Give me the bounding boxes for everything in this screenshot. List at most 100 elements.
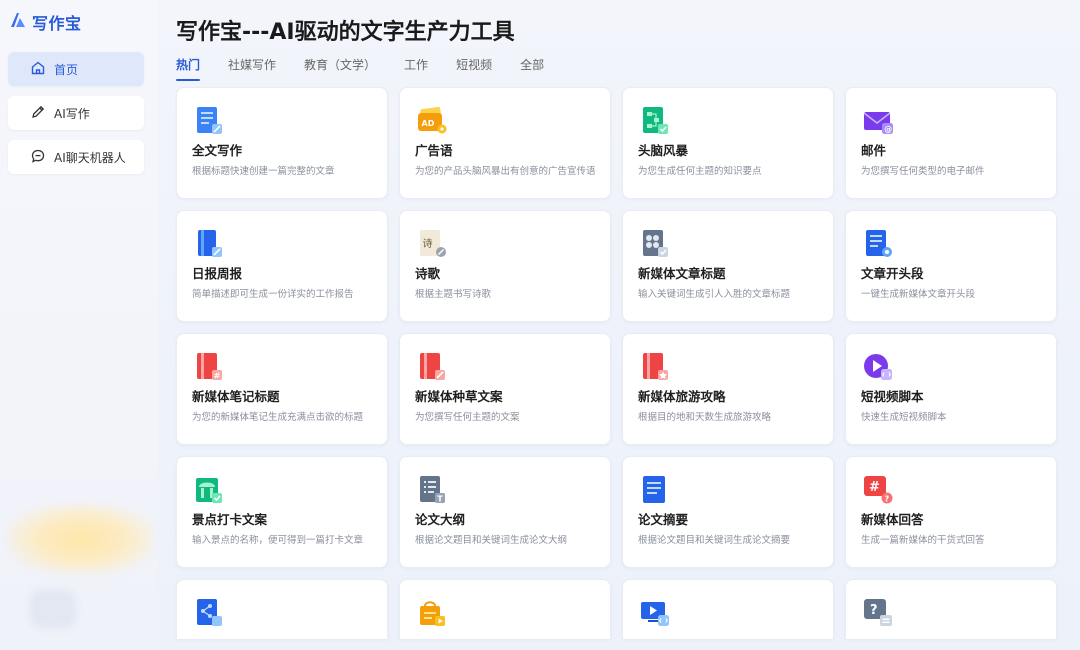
sidebar: 写作宝 首页 AI写作 AI聊天机器人 <box>0 0 158 650</box>
tool-card-daily-weekly-report[interactable]: 日报周报 简单描述即可生成一份详实的工作报告 <box>176 210 388 322</box>
tool-card-checkin-copy[interactable]: 景点打卡文案 输入景点的名称，便可得到一篇打卡文章 <box>176 456 388 568</box>
mindmap-icon <box>638 104 672 138</box>
card-title: 新媒体种草文案 <box>415 389 503 404</box>
sidebar-item-label: AI写作 <box>54 106 90 121</box>
card-desc: 生成一篇新媒体的干货式回答 <box>861 535 985 546</box>
abstract-doc-icon <box>638 473 672 507</box>
promo-banner[interactable] <box>8 504 154 574</box>
card-desc: 为您撰写任何主题的文案 <box>415 412 520 423</box>
card-desc: 输入关键词生成引人入胜的文章标题 <box>638 289 791 300</box>
card-desc: 快速生成短视频脚本 <box>861 412 947 423</box>
tool-card-travel-guide[interactable]: 新媒体旅游攻略 根据目的地和天数生成旅游攻略 <box>622 333 834 445</box>
card-title: 邮件 <box>861 143 887 158</box>
home-icon <box>30 60 46 79</box>
doc-gear-icon <box>861 227 895 261</box>
svg-text:#: # <box>869 480 880 495</box>
red-note-icon: # <box>192 350 226 384</box>
sidebar-item-label: AI聊天机器人 <box>54 150 126 165</box>
sidebar-item-ai-writing[interactable]: AI写作 <box>8 96 144 130</box>
question-board-icon: ? <box>861 596 895 630</box>
tab-social-writing[interactable]: 社媒写作 <box>228 56 276 78</box>
card-title: 新媒体回答 <box>861 512 924 527</box>
card-title: 全文写作 <box>192 143 243 158</box>
card-desc: 简单描述即可生成一份详实的工作报告 <box>192 289 354 300</box>
tool-card-media-answer[interactable]: #? 新媒体回答 生成一篇新媒体的干货式回答 <box>845 456 1057 568</box>
card-desc: 为您的产品头脑风暴出有创意的广告宣传语 <box>415 166 596 177</box>
tool-card-article-title[interactable]: 新媒体文章标题 输入关键词生成引人入胜的文章标题 <box>622 210 834 322</box>
category-tabs: 热门 社媒写作 教育（文学） 工作 短视频 全部 <box>176 56 572 81</box>
tool-card-partial[interactable] <box>622 579 834 639</box>
tab-short-video[interactable]: 短视频 <box>456 56 492 78</box>
card-desc: 一键生成新媒体文章开头段 <box>861 289 976 300</box>
ad-tag-icon: AD <box>415 104 449 138</box>
logo-text: 写作宝 <box>32 14 82 33</box>
tool-card-partial[interactable] <box>176 579 388 639</box>
tool-card-thesis-abstract[interactable]: 论文摘要 根据论文题目和关键词生成论文摘要 <box>622 456 834 568</box>
tab-education[interactable]: 教育（文学） <box>304 56 376 78</box>
sidebar-item-label: 首页 <box>54 62 79 77</box>
svg-text:?: ? <box>870 603 878 618</box>
svg-text:T: T <box>437 495 443 504</box>
card-desc: 根据论文题目和关键词生成论文大纲 <box>415 535 568 546</box>
card-desc: 根据主题书写诗歌 <box>415 289 492 300</box>
tool-card-partial[interactable]: ? <box>845 579 1057 639</box>
app-window: 写作宝 首页 AI写作 AI聊天机器人 写作宝---AI驱动的文字生产力工具 热 <box>0 0 1080 650</box>
card-desc: 根据目的地和天数生成旅游攻略 <box>638 412 772 423</box>
title-grid-icon <box>638 227 672 261</box>
video-code-icon <box>638 596 672 630</box>
card-title: 新媒体笔记标题 <box>192 389 280 404</box>
page-title: 写作宝---AI驱动的文字生产力工具 <box>176 20 515 45</box>
card-title: 论文摘要 <box>638 512 689 527</box>
main-content: 写作宝---AI驱动的文字生产力工具 热门 社媒写作 教育（文学） 工作 短视频… <box>176 0 1066 650</box>
share-doc-icon <box>192 596 226 630</box>
card-title: 论文大纲 <box>415 512 466 527</box>
card-title: 新媒体旅游攻略 <box>638 389 726 404</box>
shopping-bag-icon <box>415 596 449 630</box>
landmark-icon <box>192 473 226 507</box>
card-title: 短视频脚本 <box>861 389 924 404</box>
tool-card-thesis-outline[interactable]: T 论文大纲 根据论文题目和关键词生成论文大纲 <box>399 456 611 568</box>
tool-grid: 全文写作 根据标题快速创建一篇完整的文章 AD 广告语 为您的产品头脑风暴出有创… <box>176 87 1057 639</box>
tool-card-slogan[interactable]: AD 广告语 为您的产品头脑风暴出有创意的广告宣传语 <box>399 87 611 199</box>
card-desc: 根据论文题目和关键词生成论文摘要 <box>638 535 791 546</box>
chat-icon <box>30 148 46 167</box>
red-note-pen-icon <box>415 350 449 384</box>
svg-text:@: @ <box>884 125 892 134</box>
card-title: 日报周报 <box>192 266 243 281</box>
document-pen-icon <box>192 104 226 138</box>
logo-icon <box>8 10 28 34</box>
card-desc: 输入景点的名称，便可得到一篇打卡文章 <box>192 535 364 546</box>
card-desc: 根据标题快速创建一篇完整的文章 <box>192 166 335 177</box>
tab-hot[interactable]: 热门 <box>176 56 201 81</box>
tool-card-full-article[interactable]: 全文写作 根据标题快速创建一篇完整的文章 <box>176 87 388 199</box>
sidebar-item-ai-chatbot[interactable]: AI聊天机器人 <box>8 140 144 174</box>
card-title: 头脑风暴 <box>638 143 689 158</box>
tool-card-note-title[interactable]: # 新媒体笔记标题 为您的新媒体笔记生成充满点击欲的标题 <box>176 333 388 445</box>
svg-text:诗: 诗 <box>423 237 433 250</box>
tool-card-partial[interactable] <box>399 579 611 639</box>
tool-card-brainstorm[interactable]: 头脑风暴 为您生成任何主题的知识要点 <box>622 87 834 199</box>
card-desc: 为您生成任何主题的知识要点 <box>638 166 762 177</box>
email-icon: @ <box>861 104 895 138</box>
tool-card-seeding-copy[interactable]: 新媒体种草文案 为您撰写任何主题的文案 <box>399 333 611 445</box>
card-title: 文章开头段 <box>861 266 924 281</box>
card-desc: 为您的新媒体笔记生成充满点击欲的标题 <box>192 412 364 423</box>
card-title: 新媒体文章标题 <box>638 266 726 281</box>
card-title: 广告语 <box>415 143 453 158</box>
tool-card-video-script[interactable]: 短视频脚本 快速生成短视频脚本 <box>845 333 1057 445</box>
logo[interactable]: 写作宝 <box>8 10 82 34</box>
user-avatar[interactable] <box>30 590 76 628</box>
poem-icon: 诗 <box>415 227 449 261</box>
card-desc: 为您撰写任何类型的电子邮件 <box>861 166 985 177</box>
tool-card-email[interactable]: @ 邮件 为您撰写任何类型的电子邮件 <box>845 87 1057 199</box>
tool-card-article-opening[interactable]: 文章开头段 一键生成新媒体文章开头段 <box>845 210 1057 322</box>
outline-doc-icon: T <box>415 473 449 507</box>
svg-text:AD: AD <box>422 119 435 128</box>
tool-card-poetry[interactable]: 诗 诗歌 根据主题书写诗歌 <box>399 210 611 322</box>
tab-work[interactable]: 工作 <box>404 56 428 78</box>
tab-all[interactable]: 全部 <box>520 56 544 78</box>
card-title: 诗歌 <box>415 266 441 281</box>
sidebar-item-home[interactable]: 首页 <box>8 52 144 86</box>
pen-icon <box>30 104 46 123</box>
red-note-star-icon <box>638 350 672 384</box>
